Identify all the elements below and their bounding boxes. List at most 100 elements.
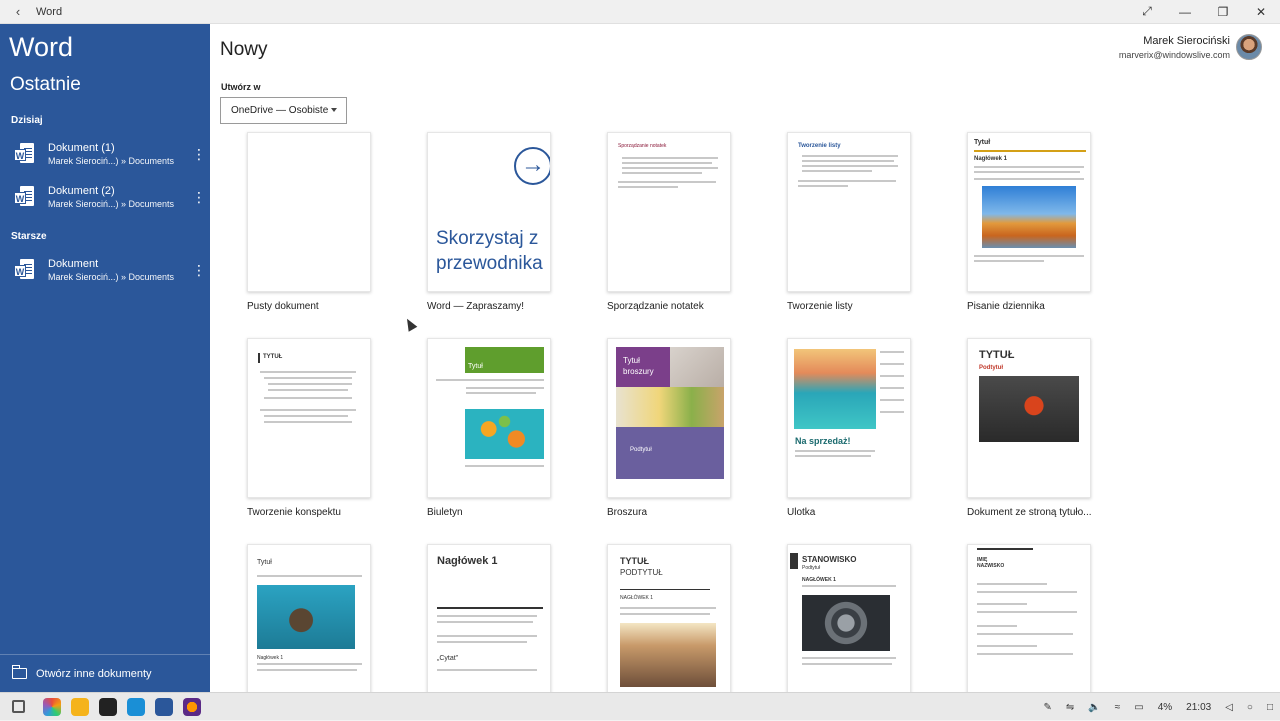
template-thumbnail: IMIĘ NAZWISKO (967, 544, 1091, 692)
battery-icon: ▭ (1134, 701, 1144, 713)
nav-recent-icon[interactable]: □ (1267, 702, 1273, 713)
window-title: Word (36, 5, 63, 18)
template-cover-page[interactable]: TYTUŁ Podtytuł Dokument ze stroną tytuło… (967, 338, 1091, 518)
recent-doc[interactable]: W Dokument (2) Marek Sierociń...) » Docum… (0, 175, 210, 218)
brochure-title2: broszury (623, 367, 654, 376)
doc-name: Dokument (2) (48, 184, 115, 197)
battery-level: 4% (1157, 701, 1173, 713)
nav-back-icon[interactable]: ◁ (1225, 702, 1233, 713)
list-title: Tworzenie listy (798, 143, 841, 149)
arrow-right-circle-icon: → (514, 147, 550, 185)
journal-heading: Nagłówek 1 (974, 156, 1008, 162)
template-label: Tworzenie konspektu (247, 507, 341, 518)
template-row3-1[interactable]: Tytuł Nagłówek 1 (247, 544, 371, 692)
template-blank[interactable]: Pusty dokument (247, 132, 371, 312)
nav-home-icon[interactable]: ○ (1247, 702, 1253, 713)
more-options-icon[interactable]: ⋮ (188, 263, 210, 277)
template-flyer[interactable]: Na sprzedaż! Ulotka (787, 338, 911, 518)
user-account[interactable]: Marek Sierociński marverix@windowslive.c… (1119, 34, 1262, 60)
doc-path: Marek Sierociń...) » Documents (48, 198, 175, 209)
template-thumbnail: TYTUŁ (247, 338, 371, 498)
welcome-line1: Skorzystaj z (436, 228, 539, 249)
r3-3-title: TYTUŁ (620, 556, 649, 566)
template-list[interactable]: Tworzenie listy Tworzenie listy (787, 132, 911, 312)
template-thumbnail: TYTUŁ Podtytuł (967, 338, 1091, 498)
files-app-icon[interactable] (127, 697, 145, 716)
template-label: Ulotka (787, 507, 816, 518)
template-label: Broszura (607, 507, 648, 518)
lake-boats-image (794, 349, 876, 429)
r3-4-heading: NAGŁÓWEK 1 (802, 577, 836, 583)
template-label: Sporządzanie notatek (607, 301, 704, 312)
avatar[interactable] (1236, 34, 1262, 60)
open-other-documents-button[interactable]: Otwórz inne dokumenty (0, 654, 210, 692)
group-today: Dzisiaj (11, 115, 43, 126)
doc-name: Dokument (1) (48, 141, 115, 154)
template-thumbnail: Nagłówek 1 „Cytat” (427, 544, 551, 692)
template-label: Pisanie dziennika (967, 301, 1045, 312)
template-row3-2[interactable]: Nagłówek 1 „Cytat” (427, 544, 551, 692)
template-row3-3[interactable]: TYTUŁ PODTYTUŁ NAGŁÓWEK 1 (607, 544, 731, 692)
template-thumbnail: STANOWISKO Podtytuł NAGŁÓWEK 1 (787, 544, 911, 692)
doc-path: Marek Sierociń...) » Documents (48, 271, 175, 282)
template-label: Pusty dokument (247, 301, 319, 312)
food-image (616, 387, 724, 427)
template-thumbnail: → Skorzystaj z przewodnika (427, 132, 551, 292)
chevron-down-icon (331, 108, 337, 112)
template-label: Dokument ze stroną tytuło... (967, 507, 1091, 518)
back-arrow-icon[interactable]: ‹ (0, 4, 36, 19)
doc-name: Dokument (48, 257, 99, 270)
app-grid-icon[interactable] (12, 700, 25, 713)
word-doc-icon: W (14, 142, 34, 165)
template-thumbnail (247, 132, 371, 292)
title-bar: ‹ Word ⤢ — ❐ ✕ (0, 0, 1280, 24)
r3-3-heading: NAGŁÓWEK 1 (620, 595, 654, 601)
template-label: Tworzenie listy (787, 301, 853, 312)
r3-3-subtitle: PODTYTUŁ (620, 568, 663, 577)
template-brochure[interactable]: Tytuł broszury Podtytuł Broszura (607, 338, 731, 518)
sidebar: Word Ostatnie Dzisiaj W Dokument (1) Mare… (0, 24, 210, 692)
template-outline[interactable]: TYTUŁ Tworzenie konspektu (247, 338, 371, 518)
photos-app-icon[interactable] (43, 697, 61, 716)
template-notes[interactable]: Sporządzanie notatek Sporządzanie notate… (607, 132, 731, 312)
fullscreen-icon[interactable]: ⤢ (1128, 4, 1166, 19)
r3-4-subtitle: Podtytuł (802, 565, 821, 571)
kitchen-image (670, 347, 724, 387)
recent-doc[interactable]: W Dokument (1) Marek Sierociń...) » Docum… (0, 132, 210, 175)
more-options-icon[interactable]: ⋮ (188, 147, 210, 161)
r3-2-heading: Nagłówek 1 (437, 555, 498, 567)
app-name: Word (9, 32, 74, 62)
brochure-subtitle: Podtytuł (630, 447, 652, 453)
template-label: Word — Zapraszamy! (427, 301, 525, 312)
close-icon[interactable]: ✕ (1242, 5, 1280, 19)
minimize-icon[interactable]: — (1166, 5, 1204, 19)
pen-icon[interactable]: ✎ (1044, 702, 1052, 713)
word-app-icon[interactable] (155, 697, 173, 716)
main-panel: Nowy Marek Sierociński marverix@windowsl… (210, 24, 1280, 692)
volume-icon[interactable]: 🔈 (1088, 702, 1100, 713)
template-newsletter[interactable]: Tytuł Biuletyn (427, 338, 551, 518)
template-thumbnail: Tytuł (427, 338, 551, 498)
otter-image (257, 585, 355, 649)
user-name: Marek Sierociński (1143, 34, 1230, 47)
notes-title: Sporządzanie notatek (618, 143, 667, 149)
template-row3-5[interactable]: IMIĘ NAZWISKO (967, 544, 1091, 692)
firefox-app-icon[interactable] (183, 697, 201, 716)
template-row3-4[interactable]: STANOWISKO Podtytuł NAGŁÓWEK 1 (787, 544, 911, 692)
r3-1-title: Tytuł (257, 559, 272, 566)
location-select[interactable]: OneDrive — Osobiste (220, 97, 347, 124)
journal-title: Tytuł (974, 139, 991, 146)
cover-subtitle: Podtytuł (979, 365, 1003, 371)
cover-title: TYTUŁ (979, 349, 1015, 361)
clock: 21:03 (1186, 701, 1212, 713)
restore-icon[interactable]: ❐ (1204, 5, 1242, 19)
wifi-icon[interactable]: ≈ (1115, 702, 1121, 713)
network-icon[interactable]: ⇋ (1066, 702, 1074, 713)
template-welcome[interactable]: → Skorzystaj z przewodnika Word — Zapras… (427, 132, 551, 312)
template-journal[interactable]: Tytuł Nagłówek 1 Pisanie dziennika (967, 132, 1091, 312)
template-thumbnail: Tworzenie listy (787, 132, 911, 292)
recent-doc[interactable]: W Dokument Marek Sierociń...) » Documents… (0, 248, 210, 291)
more-options-icon[interactable]: ⋮ (188, 190, 210, 204)
fox-app-icon[interactable] (99, 697, 117, 716)
notes-app-icon[interactable] (71, 697, 89, 716)
